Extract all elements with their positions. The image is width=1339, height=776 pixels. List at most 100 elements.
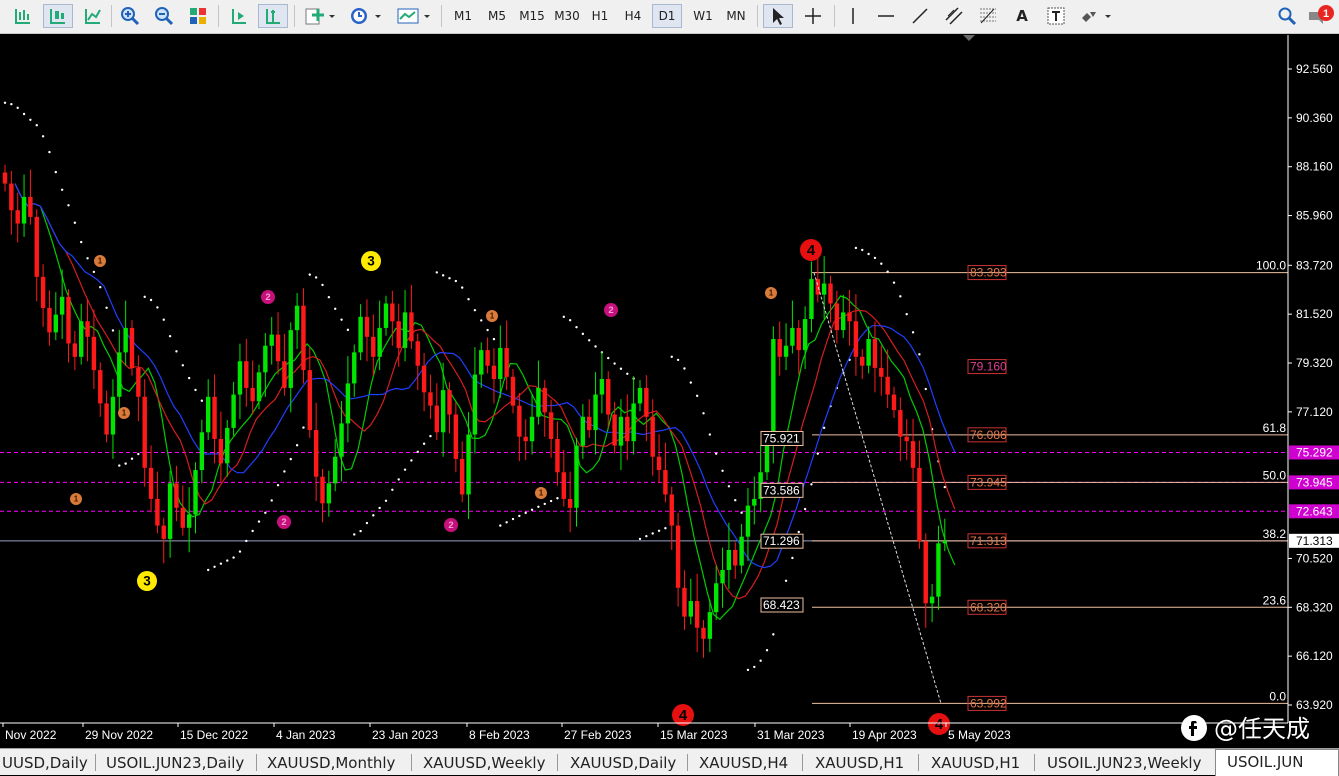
fib-level-pct: 100.0 xyxy=(1256,259,1286,273)
zoom-in-icon[interactable] xyxy=(116,4,144,28)
tab-xauusd-h4[interactable]: XAUUSD,H4 xyxy=(699,751,799,775)
tile-windows-icon[interactable] xyxy=(184,4,212,28)
tab-xauusd-h1-2[interactable]: XAUUSD,H1 xyxy=(931,751,1031,775)
timeframe-H1[interactable]: H1 xyxy=(587,4,613,28)
wave-label: 2 xyxy=(608,305,613,316)
sar-dot xyxy=(492,337,496,341)
candle-body xyxy=(167,483,173,539)
vertical-line-icon[interactable] xyxy=(840,4,866,28)
timeframe-MN[interactable]: MN xyxy=(722,4,750,28)
price-chart[interactable]: 100.0 83.393 61.8 76.086 50.0 73.945 38.2 71.31… xyxy=(0,35,1339,748)
candle-body xyxy=(269,334,274,346)
candle-body xyxy=(186,514,192,528)
fib-box-label: 68.423 xyxy=(763,598,800,612)
fibonacci-icon[interactable] xyxy=(974,4,1002,28)
candle-body xyxy=(574,445,579,508)
tab-xauusd-daily[interactable]: XAUUSD,Daily xyxy=(570,751,690,775)
search-icon[interactable] xyxy=(1274,4,1300,28)
candle-body xyxy=(326,483,332,504)
price-label: 81.520 xyxy=(1296,307,1333,321)
candle-body xyxy=(771,339,776,439)
sar-dot xyxy=(511,517,515,521)
indicators-menu-icon[interactable] xyxy=(300,4,338,28)
timeframe-M5[interactable]: M5 xyxy=(483,4,511,28)
candlestick-chart-button[interactable] xyxy=(43,4,73,28)
text-label-icon[interactable] xyxy=(1042,4,1070,28)
chart-shift-icon[interactable] xyxy=(224,4,254,28)
candle-body xyxy=(453,414,459,459)
trendline-icon[interactable] xyxy=(906,4,934,28)
candle-body xyxy=(59,296,65,315)
candle-body xyxy=(250,387,255,402)
sar-dot xyxy=(410,459,413,462)
arrows-shapes-icon[interactable] xyxy=(1076,4,1116,28)
sar-dot xyxy=(35,124,38,127)
tab-usoil-jun-active[interactable]: USOIL.JUN xyxy=(1215,749,1339,776)
timeframe-M15[interactable]: M15 xyxy=(516,4,548,28)
notifications-icon[interactable]: 1 xyxy=(1304,4,1336,28)
horizontal-line-icon[interactable] xyxy=(872,4,900,28)
tab-usoil-jun23-weekly[interactable]: USOIL.JUN23,Weekly xyxy=(1047,751,1213,775)
candle-body xyxy=(790,327,795,346)
sar-dot xyxy=(175,350,178,353)
sar-dot xyxy=(594,345,597,348)
sar-dot xyxy=(429,434,432,438)
equidistant-channel-icon[interactable] xyxy=(940,4,968,28)
tab-xauusd-h1[interactable]: XAUUSD,H1 xyxy=(815,751,915,775)
sar-dot xyxy=(365,521,369,525)
candle-body xyxy=(47,307,52,333)
sar-dot xyxy=(99,286,102,289)
tab-xauusd-weekly[interactable]: XAUUSD,Weekly xyxy=(423,751,563,775)
candle-body xyxy=(199,432,205,471)
auto-scroll-icon[interactable] xyxy=(258,4,288,28)
candle-body xyxy=(428,392,433,406)
sar-dot xyxy=(803,507,807,511)
candle-body xyxy=(85,321,90,337)
zoom-out-icon[interactable] xyxy=(150,4,178,28)
sar-dot xyxy=(715,452,718,455)
candle-body xyxy=(517,405,522,437)
sar-dot xyxy=(816,452,819,455)
sar-dot xyxy=(473,308,477,312)
timeframe-W1[interactable]: W1 xyxy=(689,4,717,28)
candle-body xyxy=(656,456,662,471)
timeframe-H4[interactable]: H4 xyxy=(620,4,646,28)
text-tool-icon[interactable]: A xyxy=(1008,4,1036,28)
tab-usoil-jun23-daily[interactable]: USOIL.JUN23,Daily xyxy=(106,751,254,775)
sar-dot xyxy=(67,204,70,207)
timeframe-M1[interactable]: M1 xyxy=(449,4,477,28)
candle-body xyxy=(320,476,325,504)
crosshair-icon[interactable] xyxy=(798,4,828,28)
fib-price-label: 76.086 xyxy=(970,428,1007,442)
sar-dot xyxy=(327,296,331,299)
candle-body xyxy=(371,336,376,357)
sar-dot xyxy=(441,274,445,277)
sar-dot xyxy=(645,534,648,538)
bar-chart-button[interactable] xyxy=(8,4,38,28)
cursor-arrow-icon[interactable] xyxy=(763,4,793,28)
candle-body xyxy=(783,345,789,357)
sar-dot xyxy=(454,279,458,283)
sar-dot xyxy=(264,511,267,514)
timeframe-D1[interactable]: D1 xyxy=(652,4,682,28)
candle-body xyxy=(460,458,465,495)
candle-body xyxy=(599,379,605,395)
candle-body xyxy=(860,356,865,366)
templates-icon[interactable] xyxy=(393,4,433,28)
sar-dot xyxy=(911,331,915,334)
tab-uusd-daily[interactable]: UUSD,Daily xyxy=(0,751,92,775)
line-chart-button[interactable] xyxy=(78,4,108,28)
candle-body xyxy=(898,410,903,437)
timeframe-M30[interactable]: M30 xyxy=(551,4,583,28)
sar-dot xyxy=(314,276,318,279)
tab-xauusd-monthly[interactable]: XAUUSD,Monthly xyxy=(267,751,413,775)
sar-dot xyxy=(289,457,292,461)
sar-dot xyxy=(448,277,451,280)
sar-dot xyxy=(486,328,489,332)
periods-clock-icon[interactable] xyxy=(346,4,384,28)
price-label: 68.320 xyxy=(1296,600,1333,614)
candle-body xyxy=(225,427,230,464)
fib-level-pct: 0.0 xyxy=(1269,689,1286,703)
candle-body xyxy=(498,347,503,380)
time-label: 8 Feb 2023 xyxy=(469,728,530,742)
